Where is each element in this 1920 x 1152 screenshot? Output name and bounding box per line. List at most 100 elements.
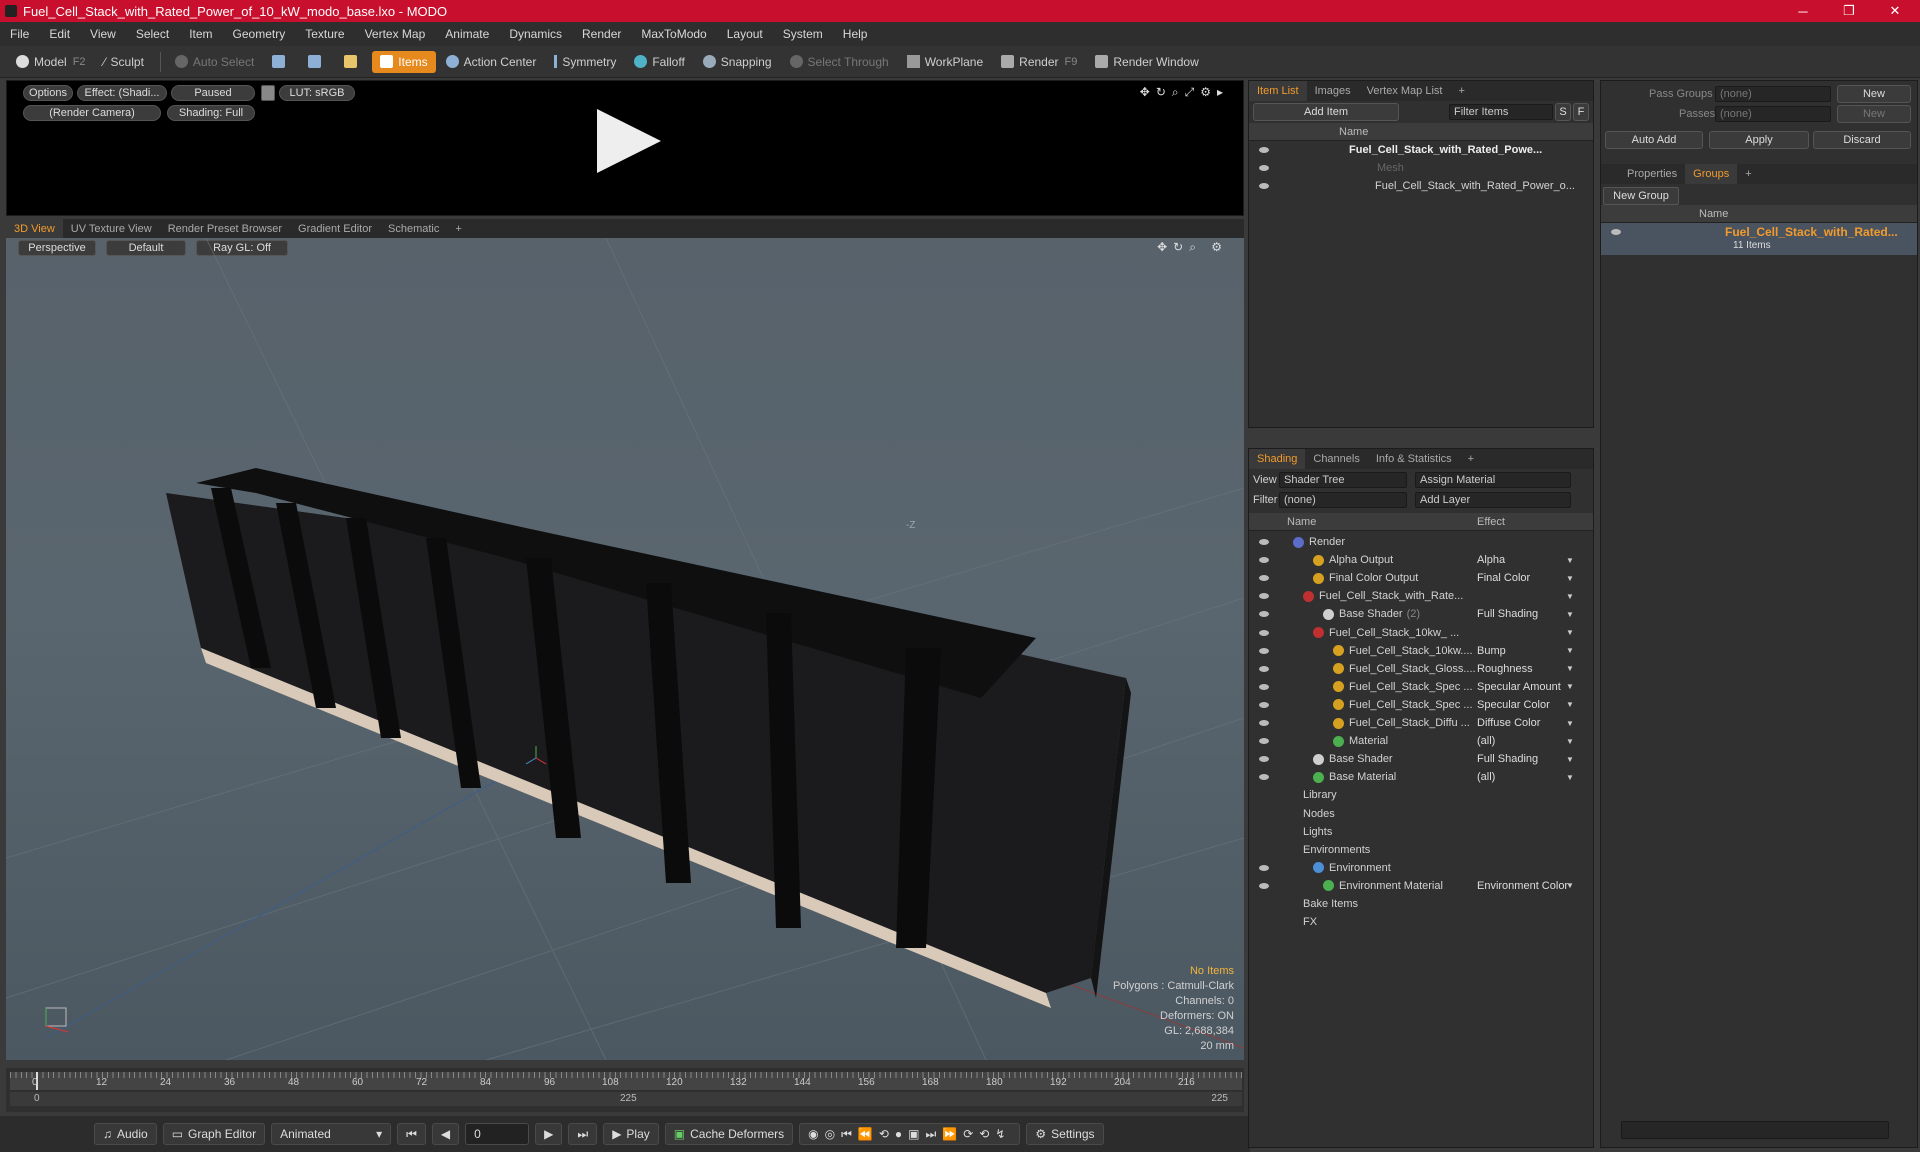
chevron-down-icon[interactable]: ▼ <box>1566 610 1574 619</box>
passes-dropdown[interactable]: (none) <box>1715 106 1831 122</box>
menu-dynamics[interactable]: Dynamics <box>499 27 572 41</box>
polygons-mode-button[interactable] <box>336 51 370 73</box>
prev-key-button[interactable]: ◀ <box>431 1123 460 1145</box>
eye-icon[interactable] <box>1259 593 1269 600</box>
menu-render[interactable]: Render <box>572 27 631 41</box>
shader-tree-row[interactable]: Alpha Output Alpha ▼ <box>1249 551 1593 569</box>
menu-help[interactable]: Help <box>833 27 878 41</box>
menu-geometry[interactable]: Geometry <box>223 27 296 41</box>
close-button[interactable]: ✕ <box>1876 0 1914 22</box>
frame-input[interactable]: 0 <box>465 1123 530 1145</box>
menu-vertex-map[interactable]: Vertex Map <box>355 27 436 41</box>
auto-select-button[interactable]: Auto Select <box>167 51 262 73</box>
shader-tree-row[interactable]: Fuel_Cell_Stack_10kw.... Bump ▼ <box>1249 642 1593 660</box>
layer-effect[interactable]: Diffuse Color <box>1477 717 1540 729</box>
group-row[interactable]: Fuel_Cell_Stack_with_Rated... 11 Items <box>1601 223 1917 255</box>
eye-icon[interactable] <box>1259 165 1269 171</box>
filter-items-input[interactable]: Filter Items <box>1449 104 1553 120</box>
layer-effect[interactable]: Full Shading <box>1477 753 1538 765</box>
tab-vertex-map-list[interactable]: Vertex Map List <box>1359 81 1451 101</box>
shader-tree-row[interactable]: Library <box>1249 786 1593 804</box>
list-item[interactable]: Fuel_Cell_Stack_with_Rated_Powe... <box>1249 141 1593 159</box>
menu-edit[interactable]: Edit <box>39 27 80 41</box>
eye-icon[interactable] <box>1259 683 1269 690</box>
chevron-down-icon[interactable]: ▼ <box>1566 628 1574 637</box>
filter-dropdown[interactable]: (none) <box>1279 492 1407 508</box>
shader-tree-row[interactable]: Bake Items <box>1249 895 1593 913</box>
tab-groups[interactable]: Groups <box>1685 164 1738 184</box>
shading-dropdown[interactable]: Shading: Full <box>167 105 255 121</box>
action-center-button[interactable]: Action Center <box>438 51 545 73</box>
shader-tree-row[interactable]: Fuel_Cell_Stack_10kw_ ... ▼ <box>1249 624 1593 642</box>
chevron-down-icon[interactable]: ▼ <box>1566 881 1574 890</box>
vertices-mode-button[interactable] <box>264 51 298 73</box>
f-button[interactable]: F <box>1573 103 1589 121</box>
tab-info-statistics[interactable]: Info & Statistics <box>1368 449 1460 469</box>
new-group-button[interactable]: New Group <box>1603 187 1679 205</box>
animated-dropdown[interactable]: Animated ▾ <box>271 1123 392 1145</box>
timeline[interactable]: 0 12 24 36 48 60 72 84 96 108 120 132 14… <box>6 1068 1244 1112</box>
layer-effect[interactable]: Environment Color <box>1477 880 1568 892</box>
new-pass-group-button[interactable]: New <box>1837 85 1911 103</box>
layer-effect[interactable]: Bump <box>1477 645 1506 657</box>
shader-tree-row[interactable]: Base Shader Full Shading ▼ <box>1249 750 1593 768</box>
go-start-button[interactable]: ⏮ <box>397 1123 426 1145</box>
chevron-down-icon[interactable]: ▼ <box>1566 592 1574 601</box>
options-button[interactable]: Options <box>23 85 73 101</box>
layer-effect[interactable]: Roughness <box>1477 663 1533 675</box>
model-button[interactable]: Model F2 <box>8 51 94 73</box>
graph-editor-button[interactable]: ▭ Graph Editor <box>162 1123 266 1145</box>
effect-dropdown[interactable]: Effect: (Shadi... <box>77 85 167 101</box>
command-input[interactable] <box>1621 1121 1889 1139</box>
tab-schematic[interactable]: Schematic <box>380 219 447 239</box>
menu-view[interactable]: View <box>80 27 126 41</box>
workplane-button[interactable]: WorkPlane <box>899 51 991 73</box>
settings-button[interactable]: ⚙ Settings <box>1026 1123 1104 1145</box>
tab-shading[interactable]: Shading <box>1249 449 1306 469</box>
eye-icon[interactable] <box>1259 665 1269 672</box>
eye-icon[interactable] <box>1259 882 1269 889</box>
new-pass-button[interactable]: New <box>1837 105 1911 123</box>
audio-button[interactable]: ♫ Audio <box>94 1123 157 1145</box>
layer-effect[interactable]: Specular Amount <box>1477 681 1561 693</box>
add-tab-button[interactable]: + <box>1737 164 1759 184</box>
edges-mode-button[interactable] <box>300 51 334 73</box>
chevron-down-icon[interactable]: ▼ <box>1566 755 1574 764</box>
render-button[interactable]: Render F9 <box>993 51 1085 73</box>
eye-icon[interactable] <box>1259 629 1269 636</box>
add-tab-button[interactable]: + <box>447 219 469 239</box>
next-key-button[interactable]: ▶ <box>535 1123 563 1145</box>
eye-icon[interactable] <box>1611 229 1621 235</box>
maximize-button[interactable]: ❐ <box>1830 0 1868 22</box>
layer-effect[interactable]: Alpha <box>1477 554 1505 566</box>
shader-tree-row[interactable]: Environment <box>1249 859 1593 877</box>
menu-animate[interactable]: Animate <box>435 27 499 41</box>
snapping-button[interactable]: Snapping <box>695 51 780 73</box>
chevron-down-icon[interactable]: ▼ <box>1566 719 1574 728</box>
shader-tree-row[interactable]: Fuel_Cell_Stack_Spec ... Specular Color ▼ <box>1249 696 1593 714</box>
menu-layout[interactable]: Layout <box>717 27 773 41</box>
symmetry-button[interactable]: Symmetry <box>546 51 624 73</box>
shader-tree-row[interactable]: Environments <box>1249 841 1593 859</box>
minimize-button[interactable]: ─ <box>1784 0 1822 22</box>
s-button[interactable]: S <box>1555 103 1571 121</box>
eye-icon[interactable] <box>1259 183 1269 189</box>
items-mode-button[interactable]: Items <box>372 50 436 73</box>
menu-file[interactable]: File <box>0 27 39 41</box>
shader-tree-row[interactable]: Base Shader (2) Full Shading ▼ <box>1249 605 1593 623</box>
discard-button[interactable]: Discard <box>1813 131 1911 149</box>
layer-effect[interactable]: Full Shading <box>1477 608 1538 620</box>
render-window-button[interactable]: Render Window <box>1087 51 1206 73</box>
tab-channels[interactable]: Channels <box>1305 449 1367 469</box>
chevron-down-icon[interactable]: ▼ <box>1566 574 1574 583</box>
chevron-down-icon[interactable]: ▼ <box>1566 737 1574 746</box>
tab-render-preset-browser[interactable]: Render Preset Browser <box>160 219 290 239</box>
layer-effect[interactable]: Specular Color <box>1477 699 1550 711</box>
tab-uv-texture-view[interactable]: UV Texture View <box>63 219 160 239</box>
shader-tree-row[interactable]: FX <box>1249 913 1593 931</box>
eye-icon[interactable] <box>1259 774 1269 781</box>
menu-texture[interactable]: Texture <box>295 27 354 41</box>
paused-button[interactable]: Paused <box>171 85 255 101</box>
lock-icon[interactable] <box>261 85 275 101</box>
lut-dropdown[interactable]: LUT: sRGB <box>279 85 355 101</box>
